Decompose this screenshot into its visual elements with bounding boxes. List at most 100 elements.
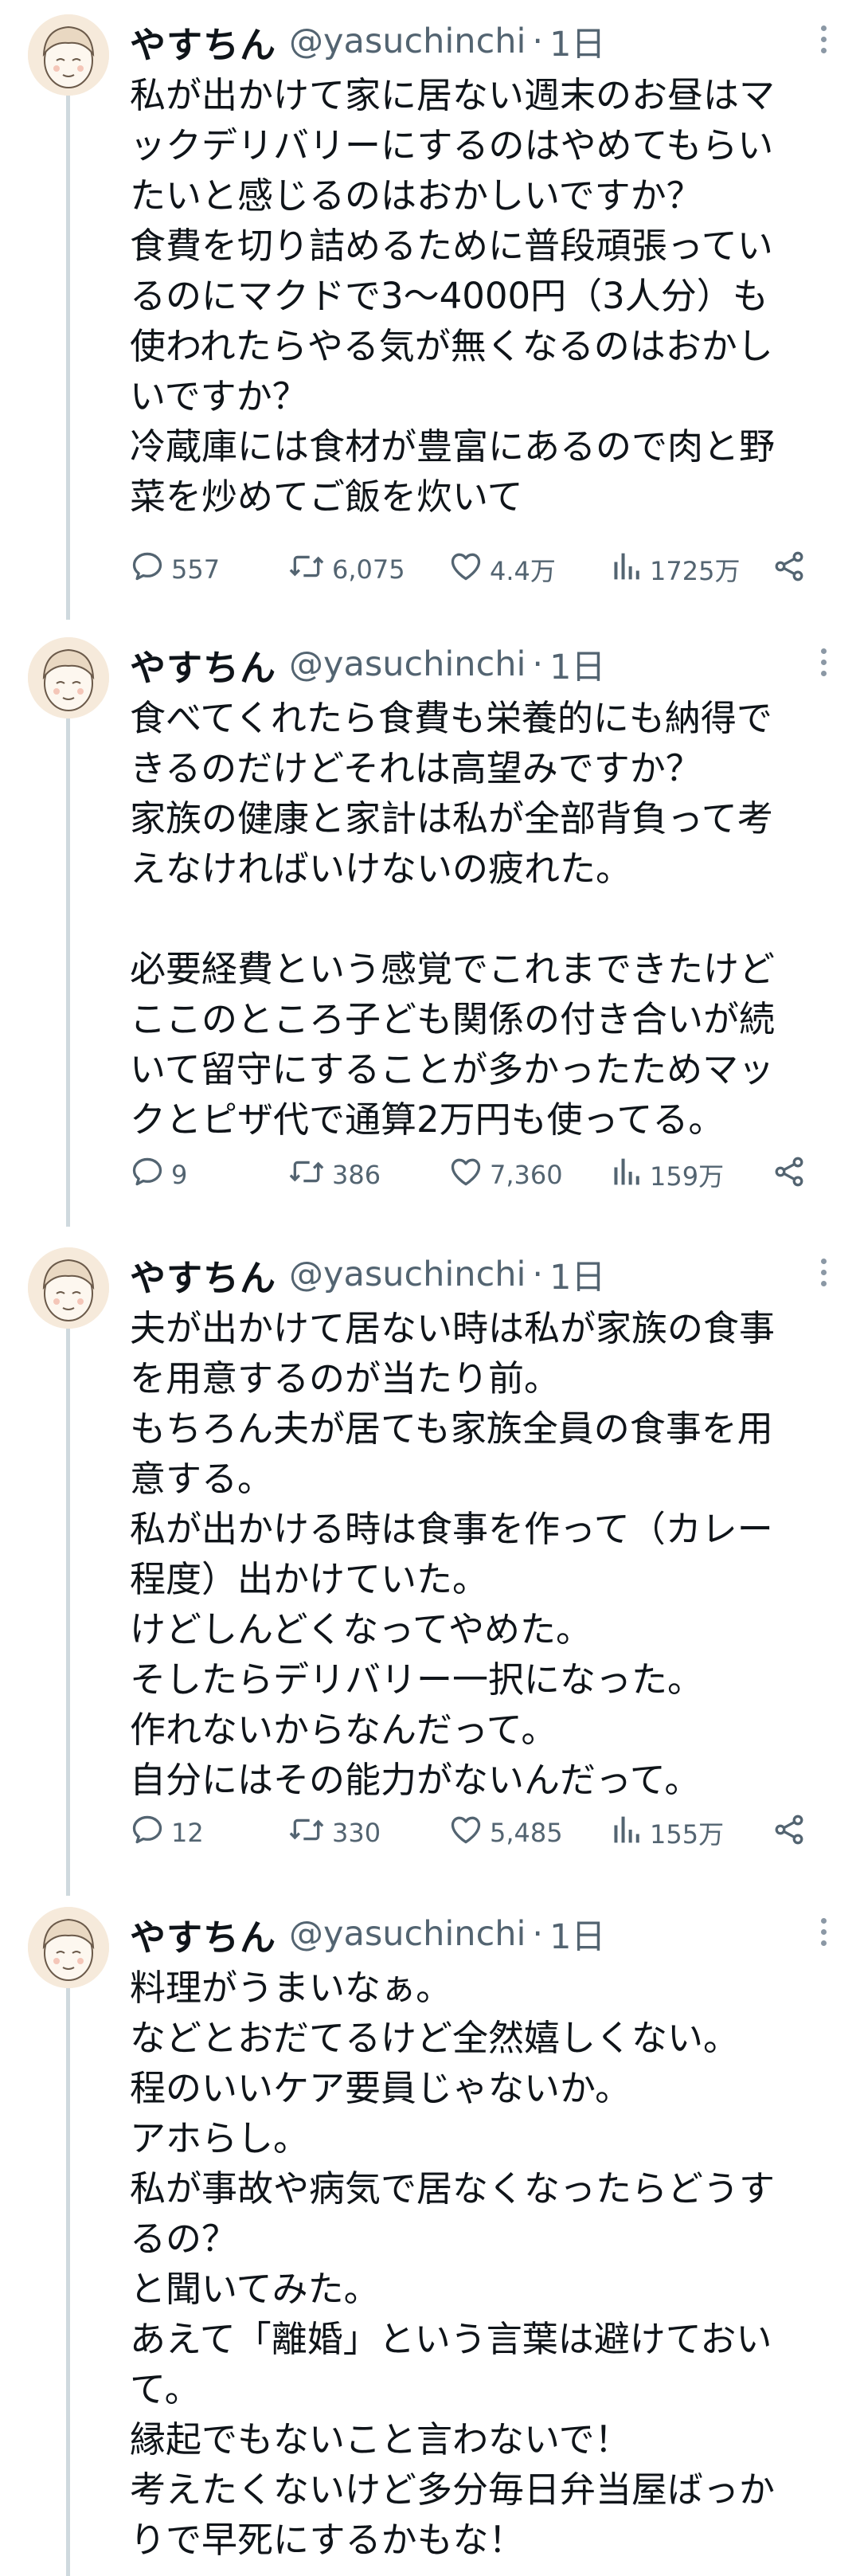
separator: · <box>532 644 544 684</box>
separator: · <box>532 22 544 61</box>
user-handle[interactable]: @yasuchinchi <box>289 1255 526 1294</box>
display-name[interactable]: やすちん <box>130 1909 276 1960</box>
tweet-text-line: などとおだてるけど全然嬉しくない。 <box>130 2017 740 2059</box>
tweet-text-line: ここのところ子ども関係の付き合いが続 <box>130 998 776 1040</box>
tweet-text-line: 冷蔵庫には食材が豊富にあるので肉と野 <box>130 425 776 468</box>
avatar[interactable] <box>28 1907 109 1988</box>
timestamp[interactable]: 1日 <box>549 1909 605 1959</box>
views-count: 1725万 <box>650 556 741 586</box>
tweet-text-line: 食べてくれたら食費も栄養的にも納得で <box>130 697 772 739</box>
like-count: 5,485 <box>490 1818 563 1848</box>
tweet-text: 夫が出かけて居ない時は私が家族の食事 を用意するのが当たり前。もちろん夫が居ても家… <box>130 1303 831 1805</box>
tweet-text-line: を用意するのが当たり前。 <box>130 1357 561 1400</box>
tweet-text-line: 料理がうまいなぁ。 <box>130 1967 452 2009</box>
tweet-text-line: たいと感じるのはおかしいですか？ <box>130 174 702 217</box>
timestamp[interactable]: 1日 <box>549 1250 605 1299</box>
like-button[interactable]: 4.4万 <box>448 550 556 589</box>
thread-line <box>66 1967 70 2576</box>
user-handle[interactable]: @yasuchinchi <box>289 22 526 61</box>
views-icon <box>612 549 650 590</box>
retweet-count: 330 <box>332 1818 381 1848</box>
avatar[interactable] <box>28 637 109 718</box>
tweet-text-line: 必要経費という感覚でこれまできたけど <box>130 948 776 990</box>
tweet-text-line: るの？ <box>130 2218 238 2260</box>
tweet-header: やすちん @yasuchinchi · 1日 <box>130 1249 605 1301</box>
views-count: 159万 <box>650 1161 725 1192</box>
tweet-text-line: 夫が出かけて居ない時は私が家族の食事 <box>130 1307 776 1349</box>
tweet-text-line: 縁起でもないこと言わないで！ <box>130 2418 631 2461</box>
tweet-text-line: あえて「離婚」という言葉は避けておい <box>130 2318 772 2360</box>
separator: · <box>532 1914 544 1954</box>
views-icon <box>612 1812 650 1854</box>
share-button[interactable] <box>772 550 813 589</box>
tweet-actions: 9 386 7,360 159万 <box>130 1155 831 1195</box>
retweet-icon <box>287 1154 332 1196</box>
retweet-button[interactable]: 386 <box>287 1155 381 1195</box>
tweet-text-line: 私が出かける時は食事を作って（カレー <box>130 1508 773 1550</box>
views-button[interactable]: 155万 <box>612 1813 724 1853</box>
tweet-text-line: 菜を炒めてご飯を炊いて <box>130 476 523 518</box>
retweet-icon <box>287 549 332 590</box>
reply-button[interactable]: 12 <box>130 1813 204 1853</box>
user-handle[interactable]: @yasuchinchi <box>289 644 526 684</box>
like-button[interactable]: 5,485 <box>448 1813 563 1853</box>
like-count: 4.4万 <box>490 556 556 586</box>
tweet-text: 料理がうまいなぁ。などとおだてるけど全然嬉しくない。 程のいいケア要員じゃないか。… <box>130 1963 831 2565</box>
tweet-text-line: ックデリバリーにするのはやめてもらい <box>130 124 774 166</box>
tweet-text: 私が出かけて家に居ない週末のお昼はマ ックデリバリーにするのはやめてもらい たいと感… <box>130 70 831 522</box>
avatar[interactable] <box>28 1247 109 1329</box>
like-button[interactable]: 7,360 <box>448 1155 563 1195</box>
reply-icon <box>130 1154 171 1196</box>
reply-button[interactable]: 9 <box>130 1155 187 1195</box>
retweet-icon <box>287 1812 332 1854</box>
tweet-text-line: 意する。 <box>130 1458 274 1500</box>
retweet-count: 6,075 <box>332 554 405 585</box>
user-handle[interactable]: @yasuchinchi <box>289 1914 526 1954</box>
tweet-text-line: けどしんどくなってやめた。 <box>130 1608 592 1650</box>
tweet-text-line: 自分にはその能力がないんだって。 <box>130 1759 701 1801</box>
display-name[interactable]: やすちん <box>130 16 276 68</box>
tweet-text-line <box>130 894 831 944</box>
views-count: 155万 <box>650 1819 725 1850</box>
share-button[interactable] <box>772 1155 813 1195</box>
reply-count: 12 <box>171 1818 204 1848</box>
like-count: 7,360 <box>490 1160 563 1190</box>
tweet-header: やすちん @yasuchinchi · 1日 <box>130 16 605 68</box>
display-name[interactable]: やすちん <box>130 639 276 691</box>
avatar[interactable] <box>28 14 109 96</box>
tweet-text-line: 程のいいケア要員じゃないか。 <box>130 2067 631 2109</box>
more-icon[interactable] <box>819 1259 828 1290</box>
views-button[interactable]: 159万 <box>612 1155 724 1195</box>
share-icon <box>772 1812 813 1854</box>
retweet-button[interactable]: 330 <box>287 1813 381 1853</box>
share-button[interactable] <box>772 1813 813 1853</box>
tweet-text-line: そしたらデリバリー一択になった。 <box>130 1658 704 1701</box>
display-name[interactable]: やすちん <box>130 1249 276 1301</box>
reply-count: 557 <box>171 554 221 585</box>
more-icon[interactable] <box>819 25 828 57</box>
tweet-text-line: 使われたらやる気が無くなるのはおかし <box>130 325 773 367</box>
share-icon <box>772 549 813 590</box>
thread-line <box>66 94 70 620</box>
tweet-text: 食べてくれたら食費も栄養的にも納得で きるのだけどそれは高望みですか？ 家族の健康と… <box>130 693 831 1145</box>
like-icon <box>448 549 490 590</box>
retweet-button[interactable]: 6,075 <box>287 550 405 589</box>
timestamp[interactable]: 1日 <box>549 640 605 689</box>
more-icon[interactable] <box>819 648 828 680</box>
timestamp[interactable]: 1日 <box>549 17 605 66</box>
tweet-text-line: いですか？ <box>130 375 308 417</box>
tweet-text-line: 家族の健康と家計は私が全部背負って考 <box>130 797 773 840</box>
more-icon[interactable] <box>819 1918 828 1950</box>
reply-icon <box>130 549 171 590</box>
reply-count: 9 <box>171 1160 188 1190</box>
views-button[interactable]: 1725万 <box>612 550 740 589</box>
tweet-text-line: アホらし。 <box>130 2117 310 2159</box>
tweet-header: やすちん @yasuchinchi · 1日 <box>130 1909 605 1960</box>
tweet-text-line: もちろん夫が居ても家族全員の食事を用 <box>130 1407 773 1450</box>
tweet-text-line: りで早死にするかもな！ <box>130 2519 525 2561</box>
reply-button[interactable]: 557 <box>130 550 220 589</box>
reply-icon <box>130 1812 171 1854</box>
tweet-text-line: 考えたくないけど多分毎日弁当屋ばっか <box>130 2468 776 2511</box>
thread-line <box>66 701 70 1227</box>
tweet-text-line: きるのだけどそれは高望みですか？ <box>130 747 702 789</box>
